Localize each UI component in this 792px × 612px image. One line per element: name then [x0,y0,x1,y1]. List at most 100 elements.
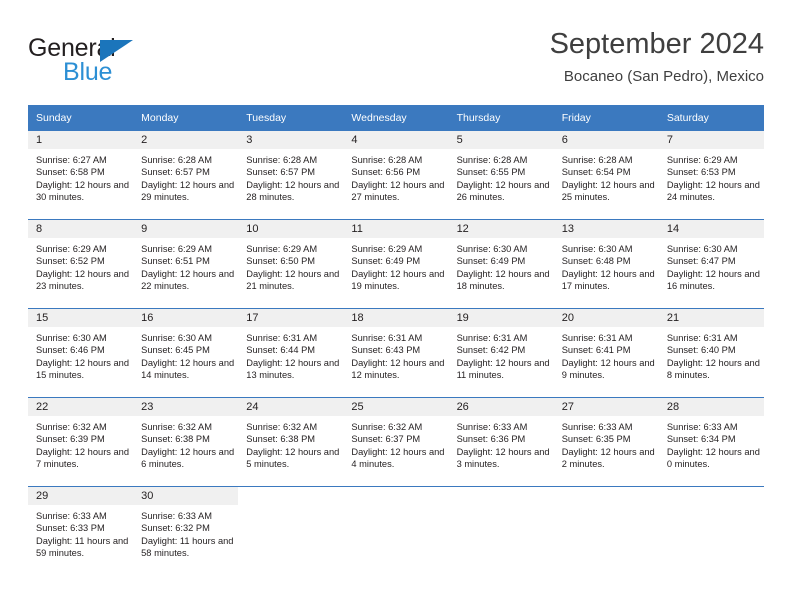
day-cell[interactable]: 11 Sunrise: 6:29 AM Sunset: 6:49 PM Dayligh… [343,219,449,308]
sunset-text: Sunset: 6:33 PM [36,523,105,534]
day-cell[interactable]: 29 Sunrise: 6:33 AM Sunset: 6:33 PM Dayligh… [28,486,134,575]
day-cell[interactable]: 9 Sunrise: 6:29 AM Sunset: 6:51 PM Daylight… [133,219,239,308]
daylight-text: Daylight: 12 hours and 18 minutes. [456,268,550,292]
calendar-day-cell: 10 Sunrise: 6:29 AM Sunset: 6:50 PM Dayligh… [238,219,344,308]
day-sun-info: Sunrise: 6:28 AM Sunset: 6:54 PM Daylight:… [554,149,659,204]
daylight-text: Daylight: 12 hours and 5 minutes. [246,446,340,470]
day-cell[interactable]: 5 Sunrise: 6:28 AM Sunset: 6:55 PM Daylight… [448,130,554,219]
day-cell-empty [238,486,344,575]
sunrise-text: Sunrise: 6:28 AM [141,155,212,165]
day-sun-info: Sunrise: 6:29 AM Sunset: 6:51 PM Daylight:… [133,238,238,293]
sunset-text: Sunset: 6:42 PM [456,345,526,356]
day-sun-info: Sunrise: 6:33 AM Sunset: 6:32 PM Daylight:… [133,505,238,560]
day-cell[interactable]: 25 Sunrise: 6:32 AM Sunset: 6:37 PM Dayligh… [343,397,449,486]
day-sun-info: Sunrise: 6:32 AM Sunset: 6:38 PM Daylight:… [133,416,238,471]
day-number: 23 [133,398,239,416]
day-cell[interactable]: 6 Sunrise: 6:28 AM Sunset: 6:54 PM Daylight… [553,130,659,219]
sunrise-text: Sunrise: 6:28 AM [246,155,318,165]
day-cell[interactable]: 15 Sunrise: 6:30 AM Sunset: 6:46 PM Dayligh… [28,308,134,397]
day-sun-info: Sunrise: 6:30 AM Sunset: 6:49 PM Daylight:… [449,238,554,293]
calendar-page: General Blue September 2024 Bocaneo (San… [0,0,792,612]
day-sun-info: Sunrise: 6:27 AM Sunset: 6:58 PM Daylight:… [28,149,133,204]
day-sun-info: Sunrise: 6:31 AM Sunset: 6:44 PM Daylight:… [238,327,343,382]
day-sun-info: Sunrise: 6:31 AM Sunset: 6:43 PM Daylight:… [343,327,448,382]
day-sun-info: Sunrise: 6:31 AM Sunset: 6:42 PM Daylight:… [449,327,554,382]
calendar-day-cell: 26 Sunrise: 6:33 AM Sunset: 6:36 PM Dayligh… [448,397,554,486]
daylight-text: Daylight: 12 hours and 16 minutes. [666,268,760,292]
sunset-text: Sunset: 6:38 PM [246,434,316,445]
weekday-header-wednesday: Wednesday [343,105,449,130]
sunset-text: Sunset: 6:44 PM [246,345,316,356]
calendar-day-cell: 6 Sunrise: 6:28 AM Sunset: 6:54 PM Daylight… [553,130,659,219]
general-blue-logo[interactable]: General Blue [28,34,228,90]
day-cell[interactable]: 10 Sunrise: 6:29 AM Sunset: 6:50 PM Dayligh… [238,219,344,308]
weekday-header-thursday: Thursday [448,105,554,130]
day-cell[interactable]: 17 Sunrise: 6:31 AM Sunset: 6:44 PM Dayligh… [238,308,344,397]
day-cell[interactable]: 22 Sunrise: 6:32 AM Sunset: 6:39 PM Dayligh… [28,397,134,486]
sunset-text: Sunset: 6:52 PM [36,256,105,267]
page-title: September 2024 [549,28,764,60]
day-sun-info: Sunrise: 6:30 AM Sunset: 6:48 PM Daylight:… [554,238,659,293]
calendar-day-cell: 12 Sunrise: 6:30 AM Sunset: 6:49 PM Dayligh… [448,219,554,308]
day-sun-info: Sunrise: 6:32 AM Sunset: 6:37 PM Daylight:… [343,416,448,471]
sunset-text: Sunset: 6:45 PM [141,345,210,356]
day-number: 21 [658,309,764,327]
day-cell[interactable]: 28 Sunrise: 6:33 AM Sunset: 6:34 PM Dayligh… [658,397,764,486]
sunset-text: Sunset: 6:46 PM [36,345,105,356]
calendar-day-cell: 19 Sunrise: 6:31 AM Sunset: 6:42 PM Dayligh… [448,308,554,397]
daylight-text: Daylight: 12 hours and 0 minutes. [666,446,760,470]
day-cell[interactable]: 23 Sunrise: 6:32 AM Sunset: 6:38 PM Dayligh… [133,397,239,486]
day-cell[interactable]: 2 Sunrise: 6:28 AM Sunset: 6:57 PM Daylight… [133,130,239,219]
day-cell[interactable]: 13 Sunrise: 6:30 AM Sunset: 6:48 PM Dayligh… [553,219,659,308]
day-number: 13 [553,220,659,238]
sunset-text: Sunset: 6:50 PM [246,256,316,267]
calendar-day-cell: 21 Sunrise: 6:31 AM Sunset: 6:40 PM Dayligh… [658,308,764,397]
calendar-day-cell: 11 Sunrise: 6:29 AM Sunset: 6:49 PM Dayligh… [343,219,449,308]
day-cell[interactable]: 12 Sunrise: 6:30 AM Sunset: 6:49 PM Dayligh… [448,219,554,308]
day-cell[interactable]: 27 Sunrise: 6:33 AM Sunset: 6:35 PM Dayligh… [553,397,659,486]
day-number: 22 [28,398,134,416]
day-number: 14 [658,220,764,238]
day-cell[interactable]: 1 Sunrise: 6:27 AM Sunset: 6:58 PM Daylight… [28,130,134,219]
day-cell[interactable]: 3 Sunrise: 6:28 AM Sunset: 6:57 PM Daylight… [238,130,344,219]
day-cell[interactable]: 26 Sunrise: 6:33 AM Sunset: 6:36 PM Dayligh… [448,397,554,486]
sunset-text: Sunset: 6:53 PM [666,167,736,178]
sunset-text: Sunset: 6:54 PM [561,167,631,178]
day-cell[interactable]: 14 Sunrise: 6:30 AM Sunset: 6:47 PM Dayligh… [658,219,764,308]
sunrise-text: Sunrise: 6:33 AM [561,422,633,432]
sunset-text: Sunset: 6:40 PM [666,345,736,356]
daylight-text: Daylight: 12 hours and 19 minutes. [351,268,445,292]
day-cell[interactable]: 19 Sunrise: 6:31 AM Sunset: 6:42 PM Dayligh… [448,308,554,397]
day-number: 10 [238,220,344,238]
day-cell[interactable]: 7 Sunrise: 6:29 AM Sunset: 6:53 PM Daylight… [658,130,764,219]
day-cell[interactable]: 18 Sunrise: 6:31 AM Sunset: 6:43 PM Dayligh… [343,308,449,397]
day-cell[interactable]: 21 Sunrise: 6:31 AM Sunset: 6:40 PM Dayligh… [658,308,764,397]
sunset-text: Sunset: 6:37 PM [351,434,421,445]
sunrise-text: Sunrise: 6:28 AM [351,155,423,165]
weekday-header-saturday: Saturday [658,105,764,130]
day-cell[interactable]: 8 Sunrise: 6:29 AM Sunset: 6:52 PM Daylight… [28,219,134,308]
sunrise-text: Sunrise: 6:31 AM [246,333,318,343]
daylight-text: Daylight: 12 hours and 9 minutes. [561,357,655,381]
day-sun-info: Sunrise: 6:29 AM Sunset: 6:52 PM Daylight:… [28,238,133,293]
daylight-text: Daylight: 12 hours and 14 minutes. [141,357,235,381]
day-cell[interactable]: 30 Sunrise: 6:33 AM Sunset: 6:32 PM Dayligh… [133,486,239,575]
daylight-text: Daylight: 12 hours and 25 minutes. [561,179,655,203]
calendar-header-row: Sunday Monday Tuesday Wednesday Thursday… [28,105,764,130]
daylight-text: Daylight: 12 hours and 7 minutes. [36,446,130,470]
calendar-day-cell: 25 Sunrise: 6:32 AM Sunset: 6:37 PM Dayligh… [343,397,449,486]
day-cell[interactable]: 16 Sunrise: 6:30 AM Sunset: 6:45 PM Dayligh… [133,308,239,397]
day-cell[interactable]: 20 Sunrise: 6:31 AM Sunset: 6:41 PM Dayligh… [553,308,659,397]
calendar-day-cell [343,486,449,575]
day-number: 2 [133,131,239,149]
weekday-header-friday: Friday [553,105,659,130]
daylight-text: Daylight: 12 hours and 28 minutes. [246,179,340,203]
day-number: 30 [133,487,239,505]
calendar-day-cell: 16 Sunrise: 6:30 AM Sunset: 6:45 PM Dayligh… [133,308,239,397]
sunset-text: Sunset: 6:47 PM [666,256,736,267]
day-number: 1 [28,131,134,149]
daylight-text: Daylight: 12 hours and 22 minutes. [141,268,235,292]
day-cell[interactable]: 4 Sunrise: 6:28 AM Sunset: 6:56 PM Daylight… [343,130,449,219]
daylight-text: Daylight: 12 hours and 21 minutes. [246,268,340,292]
day-cell[interactable]: 24 Sunrise: 6:32 AM Sunset: 6:38 PM Dayligh… [238,397,344,486]
